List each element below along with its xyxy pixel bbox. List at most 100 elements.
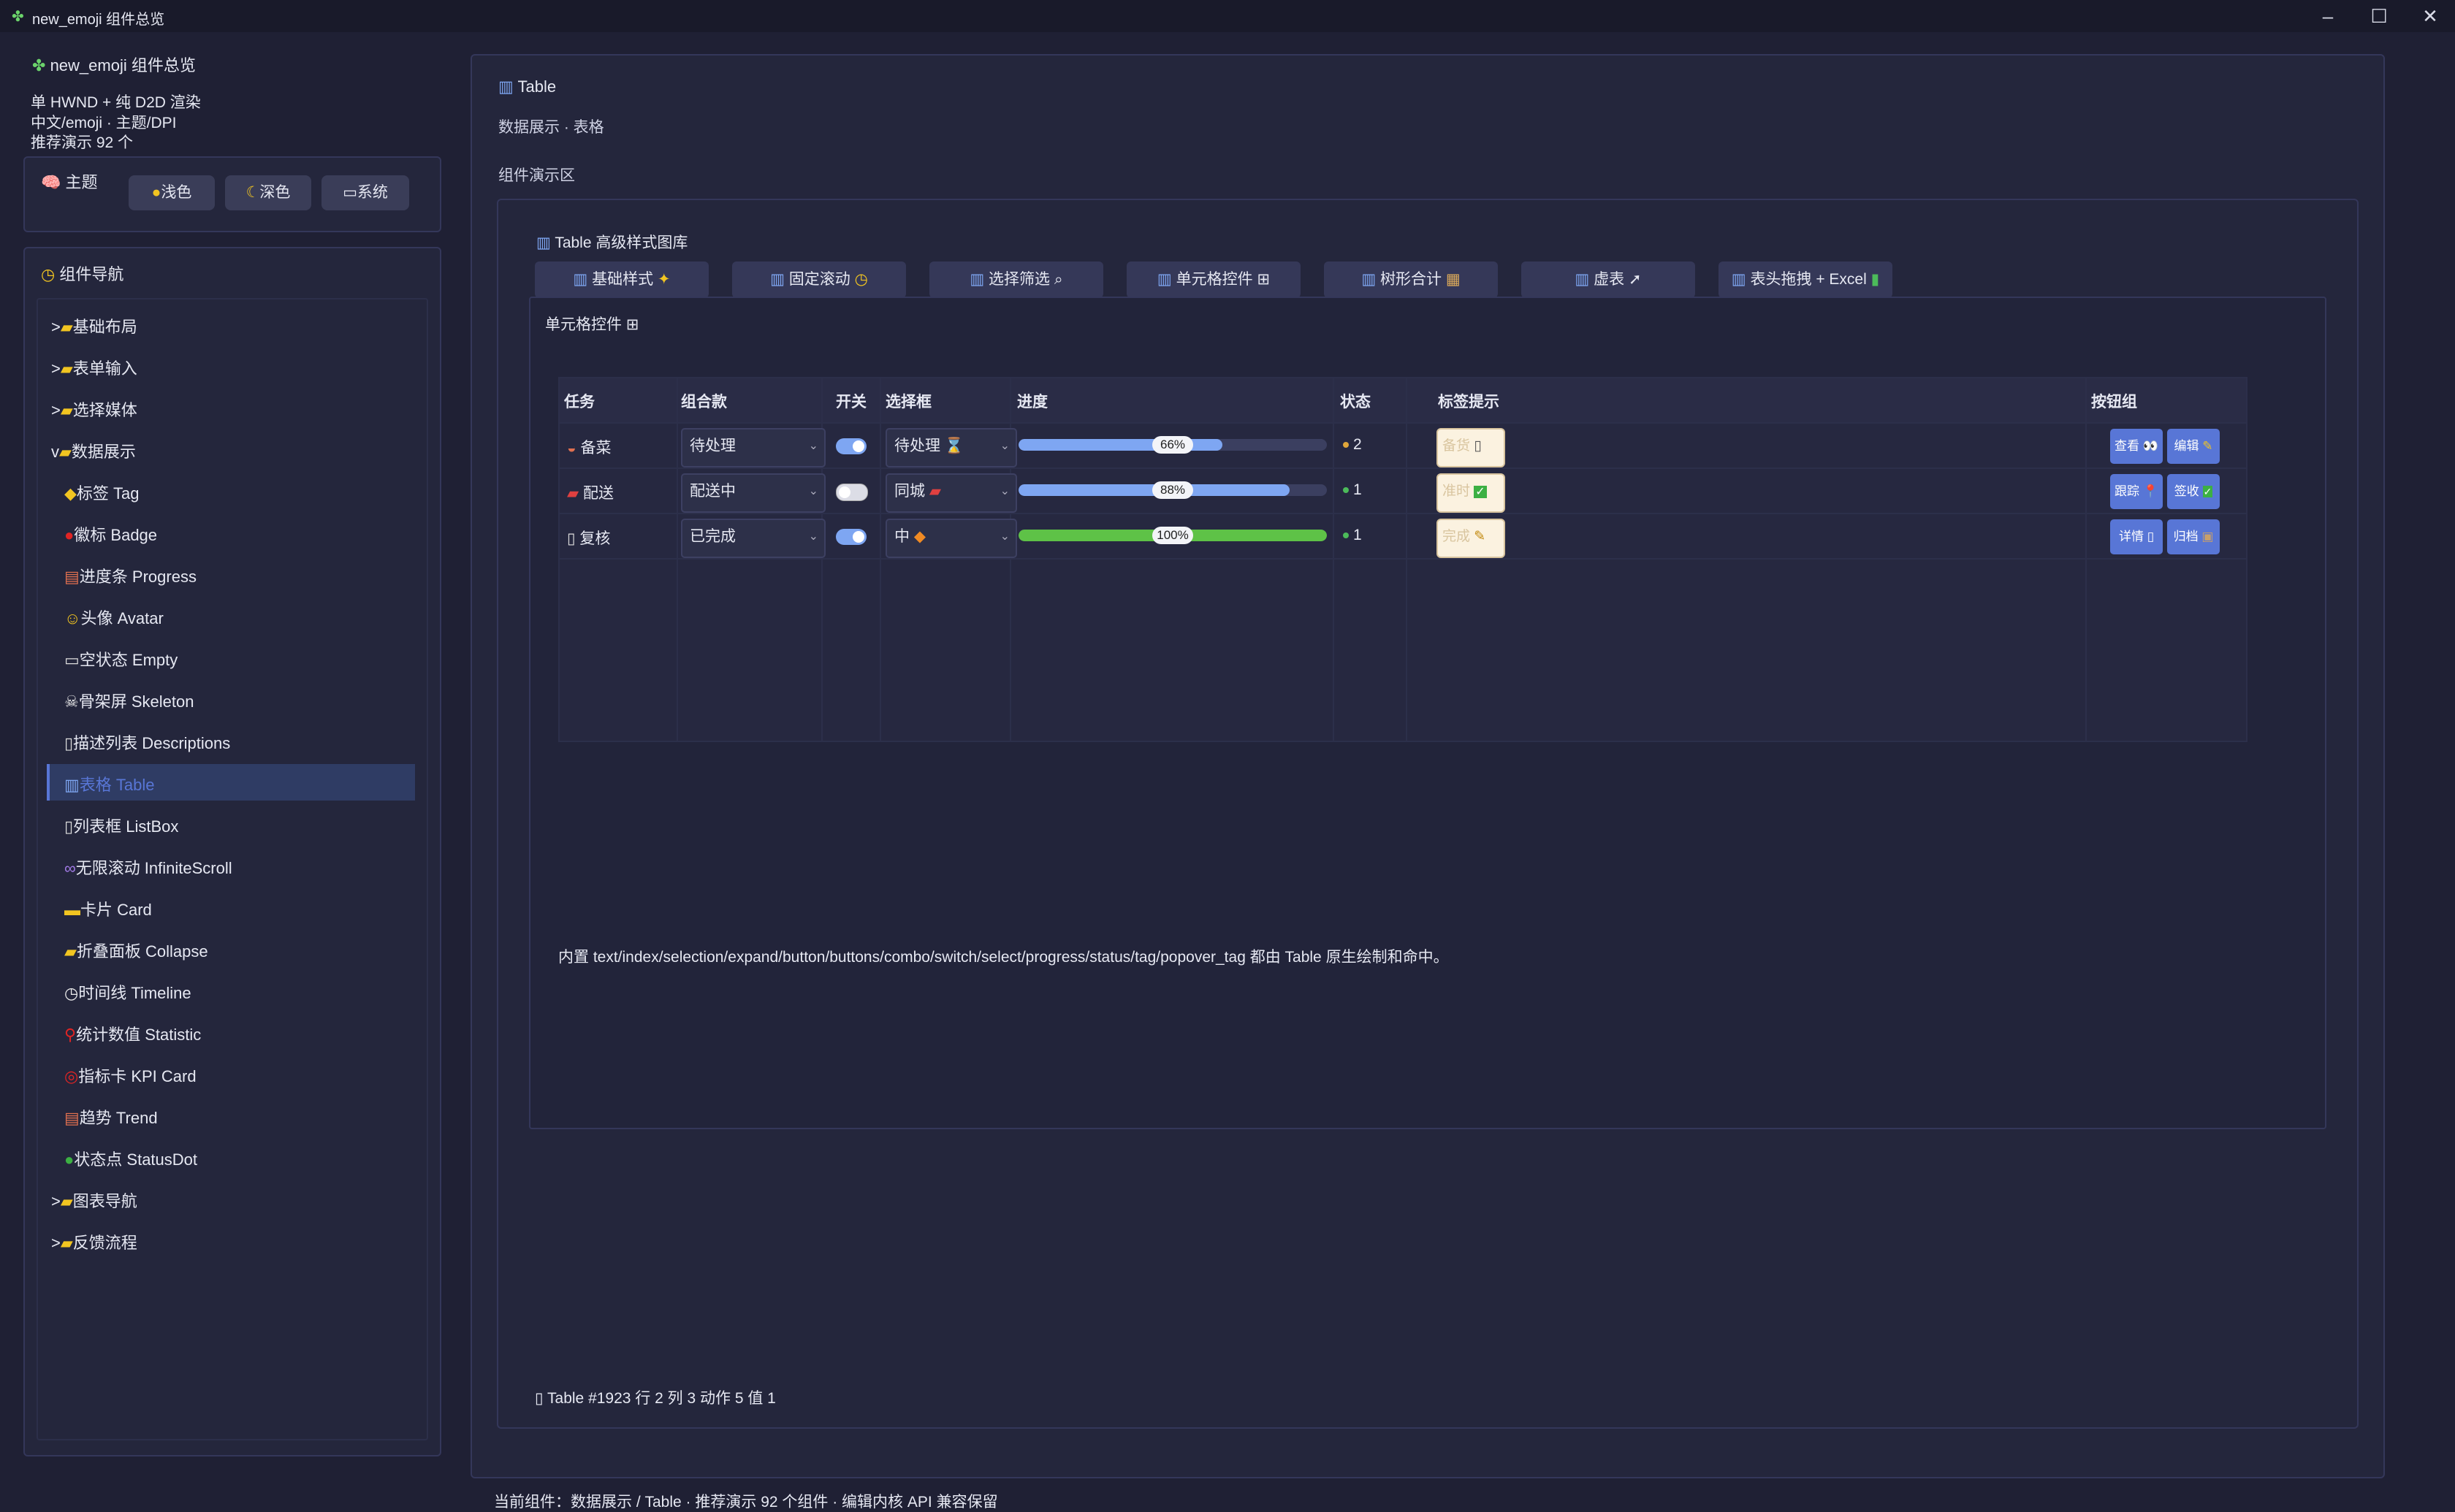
row-2-tag[interactable]: 准时 ✓ xyxy=(1436,473,1505,513)
nav-item[interactable]: ●徽标 Badge xyxy=(64,522,157,546)
folder-icon: ▰ xyxy=(60,1234,73,1252)
row-1-view-button[interactable]: 查看 👀 xyxy=(2110,429,2163,464)
row-divider xyxy=(560,513,2246,514)
check-icon: ✓ xyxy=(1474,486,1487,498)
chart-icon: ▥ xyxy=(1575,271,1590,288)
dish-icon: ◒ xyxy=(567,440,576,457)
folder-icon: ▰ xyxy=(60,1192,73,1210)
chevron-down-icon: ⌄ xyxy=(808,530,818,543)
row-1-combo[interactable]: 待处理 ⌄ xyxy=(681,428,826,467)
chevron-right-icon: > xyxy=(51,1234,61,1252)
row-3-tag[interactable]: 完成 ✎ xyxy=(1436,519,1505,558)
row-2-combo[interactable]: 配送中 ⌄ xyxy=(681,473,826,513)
row-3-detail-button[interactable]: 详情 ▯ xyxy=(2110,519,2163,554)
window-title: new_emoji 组件总览 xyxy=(32,12,165,28)
tab-cell-controls[interactable]: ▥ 单元格控件 ⊞ xyxy=(1127,261,1301,298)
gallery-title-wrap: ▥ Table 高级样式图库 xyxy=(536,231,688,253)
folder-icon: ▰ xyxy=(59,443,72,461)
row-2-track-button[interactable]: 跟踪 📍 xyxy=(2110,474,2163,509)
chart-up-icon: ▤ xyxy=(64,568,80,586)
compass-icon: ◷ xyxy=(41,265,56,283)
nav-item[interactable]: ▭空状态 Empty xyxy=(64,647,178,671)
header-status[interactable]: 状态 xyxy=(1340,390,1371,412)
theme-light-button[interactable]: ●浅色 xyxy=(129,175,215,210)
chevron-down-icon: ⌄ xyxy=(1000,440,1010,452)
nav-item[interactable]: ▰折叠面板 Collapse xyxy=(64,939,208,962)
nav-item[interactable]: ◷时间线 Timeline xyxy=(64,980,191,1004)
row-3-switch[interactable] xyxy=(836,529,867,545)
row-1-tag[interactable]: 备货 ▯ xyxy=(1436,428,1505,467)
nav-folder[interactable]: >▰反馈流程 xyxy=(51,1230,137,1253)
row-1-select[interactable]: 待处理 ⌛ ⌄ xyxy=(886,428,1017,467)
nav-item[interactable]: ▥表格 Table xyxy=(64,772,155,795)
header-buttons[interactable]: 按钮组 xyxy=(2091,390,2137,412)
tag-icon: ◆ xyxy=(64,484,77,503)
compass-icon: ◷ xyxy=(854,271,868,288)
theme-dark-button[interactable]: ☾深色 xyxy=(225,175,311,210)
switch-knob xyxy=(853,531,864,543)
nav-item[interactable]: ▤趋势 Trend xyxy=(64,1105,158,1129)
header-select[interactable]: 选择框 xyxy=(886,390,932,412)
nav-item[interactable]: ∞无限滚动 InfiniteScroll xyxy=(64,855,232,879)
minimize-icon[interactable]: – xyxy=(2313,3,2342,29)
chevron-right-icon: > xyxy=(51,1192,61,1210)
tab-basic-style[interactable]: ▥ 基础样式 ✦ xyxy=(535,261,709,298)
header-task[interactable]: 任务 xyxy=(564,390,595,412)
footer-stat: Table #1923 行 2 列 3 动作 5 值 1 xyxy=(547,1390,776,1407)
tab-header-drag-excel[interactable]: ▥ 表头拖拽 + Excel ▮ xyxy=(1718,261,1892,298)
table-row-2-task: ▰ 配送 xyxy=(567,485,614,502)
nav-item[interactable]: ☠骨架屏 Skeleton xyxy=(64,689,194,712)
nav-item[interactable]: ▬卡片 Card xyxy=(64,897,152,920)
moon-icon: ☾ xyxy=(246,184,260,201)
theme-system-button[interactable]: ▭系统 xyxy=(321,175,409,210)
red-dot-icon: ● xyxy=(64,526,75,544)
col-divider xyxy=(880,378,881,741)
document-icon: ▯ xyxy=(567,530,576,547)
clock-icon: ◷ xyxy=(64,984,79,1002)
tab-select-filter[interactable]: ▥ 选择筛选 ⌕ xyxy=(929,261,1103,298)
grid-icon: ⊞ xyxy=(1257,271,1271,288)
row-divider xyxy=(560,422,2246,424)
table-description: 内置 text/index/selection/expand/button/bu… xyxy=(558,949,1449,966)
nav-item[interactable]: ●状态点 StatusDot xyxy=(64,1147,197,1170)
nav-item[interactable]: ▯描述列表 Descriptions xyxy=(64,730,230,754)
header-tag[interactable]: 标签提示 xyxy=(1438,390,1499,412)
tab-tree-sum[interactable]: ▥ 树形合计 ▦ xyxy=(1324,261,1498,298)
nav-item[interactable]: ⚲统计数值 Statistic xyxy=(64,1022,201,1045)
row-1-status: 2 xyxy=(1343,436,1362,454)
row-1-switch[interactable] xyxy=(836,438,867,454)
header-switch[interactable]: 开关 xyxy=(836,390,867,412)
nav-folder[interactable]: >▰选择媒体 xyxy=(51,397,137,421)
row-1-edit-button[interactable]: 编辑 ✎ xyxy=(2167,429,2220,464)
nav-item[interactable]: ☺头像 Avatar xyxy=(64,606,164,629)
header-combo[interactable]: 组合款 xyxy=(681,390,727,412)
chevron-down-icon: ⌄ xyxy=(808,440,818,452)
nav-folder[interactable]: >▰表单输入 xyxy=(51,356,137,379)
row-3-select[interactable]: 中 ◆ ⌄ xyxy=(886,519,1017,558)
switch-knob xyxy=(839,486,850,498)
nav-item-label: 指标卡 KPI Card xyxy=(78,1067,197,1085)
header-progress[interactable]: 进度 xyxy=(1017,390,1048,412)
nav-folder[interactable]: >▰图表导航 xyxy=(51,1188,137,1212)
table-header-row xyxy=(560,378,2246,422)
document-icon: ▯ xyxy=(2147,530,2155,543)
row-3-archive-button[interactable]: 归档 ▣ xyxy=(2167,519,2220,554)
row-2-switch[interactable] xyxy=(836,484,868,501)
row-2-select[interactable]: 同城 ▰ ⌄ xyxy=(886,473,1017,513)
row-2-sign-button[interactable]: 签收 ✓ xyxy=(2167,474,2220,509)
nav-item[interactable]: ▤进度条 Progress xyxy=(64,564,197,587)
nav-item[interactable]: ◆标签 Tag xyxy=(64,481,140,504)
pin-icon: ⚲ xyxy=(64,1026,77,1044)
smiley-icon: ☺ xyxy=(64,609,81,627)
nav-item-label: 折叠面板 Collapse xyxy=(76,942,208,961)
nav-folder[interactable]: >▰基础布局 xyxy=(51,314,137,337)
nav-folder[interactable]: v▰数据展示 xyxy=(51,439,136,462)
nav-item[interactable]: ▯列表框 ListBox xyxy=(64,814,178,837)
row-3-combo[interactable]: 已完成 ⌄ xyxy=(681,519,826,558)
active-tab-label: 单元格控件 xyxy=(545,316,622,333)
tab-fixed-scroll[interactable]: ▥ 固定滚动 ◷ xyxy=(732,261,906,298)
maximize-icon[interactable]: ☐ xyxy=(2364,3,2394,29)
tab-virtual[interactable]: ▥ 虚表 ➚ xyxy=(1521,261,1695,298)
close-icon[interactable]: ✕ xyxy=(2416,3,2445,29)
nav-item[interactable]: ◎指标卡 KPI Card xyxy=(64,1064,197,1087)
